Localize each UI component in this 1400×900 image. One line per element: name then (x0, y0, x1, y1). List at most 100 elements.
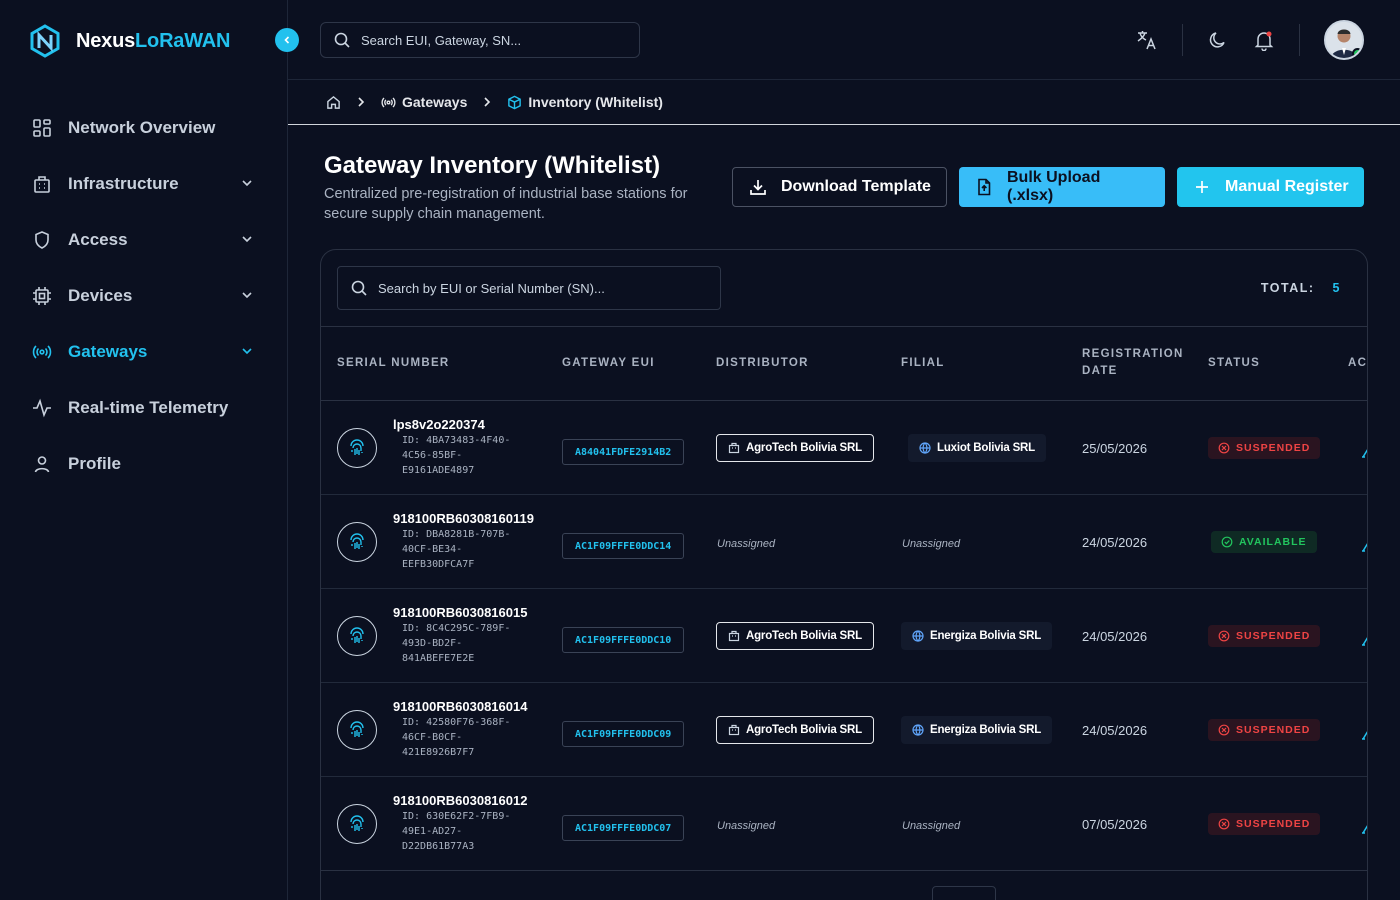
building-icon (728, 630, 740, 642)
online-status-dot (1352, 48, 1362, 58)
record-id: ID: 8C4C295C-789F-493D-BD2F-841ABEFE7E2E (402, 623, 511, 664)
edit-icon[interactable] (1361, 821, 1368, 835)
table-search-input[interactable] (378, 280, 698, 296)
gateway-eui[interactable]: A84041FDFE2914B2 (562, 439, 685, 465)
bell-icon[interactable] (1253, 29, 1275, 51)
page-size-select[interactable] (932, 886, 996, 900)
edit-icon[interactable] (1361, 539, 1368, 553)
global-search-input[interactable] (361, 32, 621, 48)
distributor-name: AgroTech Bolivia SRL (746, 724, 862, 736)
column-header-eui[interactable]: GATEWAY EUI (562, 355, 655, 372)
column-header-distributor[interactable]: DISTRIBUTOR (716, 355, 809, 372)
table-row[interactable]: 918100RB6030816012 ID: 630E62F2-7FB9-49E… (321, 777, 1367, 871)
sidebar-item-access[interactable]: Access (0, 212, 288, 268)
shield-icon (35, 231, 49, 249)
translate-icon[interactable] (1136, 29, 1158, 51)
filial-badge[interactable]: Luxiot Bolivia SRL (908, 434, 1046, 462)
serial-number: 918100RB6030816012 (393, 793, 528, 808)
sidebar-item-label: Profile (68, 454, 121, 473)
total-value: 5 (1332, 281, 1341, 295)
brand[interactable]: NexusLoRaWAN (28, 24, 230, 58)
edit-icon[interactable] (1361, 727, 1368, 741)
file-upload-icon (978, 178, 991, 196)
distributor-unassigned: Unassigned (717, 538, 776, 550)
sidebar-item-label: Real-time Telemetry (68, 398, 229, 417)
status-badge: SUSPENDED (1208, 719, 1321, 741)
sidebar-item-gateways[interactable]: Gateways (0, 324, 288, 380)
column-header-registration-date[interactable]: REGISTRATION DATE (1082, 346, 1184, 380)
chevron-down-icon (242, 236, 252, 243)
cpu-icon (33, 287, 51, 305)
x-circle-icon (1218, 818, 1230, 830)
breadcrumb-label: Inventory (Whitelist) (528, 94, 663, 110)
chevron-down-icon (242, 180, 252, 187)
column-header-line: REGISTRATION (1082, 348, 1184, 360)
distributor-badge[interactable]: AgroTech Bolivia SRL (716, 434, 874, 462)
breadcrumb-label: Gateways (402, 94, 468, 110)
download-template-button[interactable]: Download Template (732, 167, 947, 207)
edit-icon[interactable] (1361, 633, 1368, 647)
box-icon (508, 95, 522, 109)
gateway-eui[interactable]: AC1F09FFFE0DDC14 (562, 533, 685, 559)
search-icon (351, 280, 367, 296)
x-circle-icon (1218, 630, 1230, 642)
moon-icon[interactable] (1207, 29, 1229, 51)
global-search[interactable] (320, 22, 640, 58)
breadcrumb-gateways[interactable]: Gateways (381, 94, 467, 110)
total-label: TOTAL: (1260, 281, 1315, 295)
sidebar-item-network-overview[interactable]: Network Overview (0, 100, 288, 156)
sidebar-item-real-time-telemetry[interactable]: Real-time Telemetry (0, 380, 288, 436)
gateway-eui[interactable]: AC1F09FFFE0DDC10 (562, 627, 685, 653)
distributor-name: AgroTech Bolivia SRL (746, 630, 862, 642)
distributor-name: AgroTech Bolivia SRL (746, 442, 862, 454)
chevron-down-icon (242, 292, 252, 299)
sidebar-item-label: Gateways (68, 342, 148, 361)
building-icon (34, 176, 50, 193)
sidebar-item-infrastructure[interactable]: Infrastructure (0, 156, 288, 212)
chevron-left-icon (284, 36, 290, 44)
page-title: Gateway Inventory (Whitelist) (324, 152, 661, 179)
broadcast-icon (381, 97, 396, 107)
record-id: ID: DBA8281B-707B-40CF-BE34-EEFB30DFCA7F (402, 529, 511, 570)
gateway-eui[interactable]: AC1F09FFFE0DDC09 (562, 721, 685, 747)
chevron-right-icon (358, 97, 365, 107)
filial-badge[interactable]: Energiza Bolivia SRL (901, 716, 1053, 744)
column-header-filial[interactable]: FILIAL (901, 355, 945, 372)
table-row[interactable]: 918100RB6030816015 ID: 8C4C295C-789F-493… (321, 589, 1367, 683)
page-description: Centralized pre-registration of industri… (324, 186, 688, 222)
breadcrumb-inventory: Inventory (Whitelist) (507, 94, 663, 110)
gateway-eui[interactable]: AC1F09FFFE0DDC07 (562, 815, 685, 841)
column-header-status[interactable]: STATUS (1208, 355, 1260, 372)
status-label: SUSPENDED (1236, 442, 1311, 454)
table-row[interactable]: 918100RB6030816014 ID: 42580F76-368F-46C… (321, 683, 1367, 777)
fingerprint-icon (337, 428, 377, 468)
column-header-serial[interactable]: SERIAL NUMBER (337, 355, 450, 372)
distributor-badge[interactable]: AgroTech Bolivia SRL (716, 622, 874, 650)
table-row[interactable]: lps8v2o220374 ID: 4BA73483-4F40-4C56-85B… (321, 401, 1367, 495)
divider (1182, 24, 1183, 56)
column-header-line: DATE (1082, 365, 1118, 377)
edit-icon[interactable] (1361, 445, 1368, 459)
bulk-upload-button[interactable]: Bulk Upload (.xlsx) (959, 167, 1165, 207)
registration-date: 24/05/2026 (1082, 723, 1148, 738)
manual-register-button[interactable]: Manual Register (1177, 167, 1364, 207)
home-icon[interactable] (326, 95, 341, 110)
sidebar-item-profile[interactable]: Profile (0, 436, 288, 492)
topbar-actions (1124, 20, 1364, 60)
status-label: AVAILABLE (1239, 536, 1307, 548)
sidebar-nav: Network Overview Infrastructure Access D… (0, 100, 288, 492)
distributor-badge[interactable]: AgroTech Bolivia SRL (716, 716, 874, 744)
table-row[interactable]: 918100RB60308160119 ID: DBA8281B-707B-40… (321, 495, 1367, 589)
topbar (288, 0, 1400, 80)
filial-name: Energiza Bolivia SRL (930, 630, 1042, 642)
registration-date: 24/05/2026 (1082, 629, 1148, 644)
x-circle-icon (1218, 442, 1230, 454)
chevron-down-icon (242, 348, 252, 355)
status-badge: SUSPENDED (1208, 437, 1321, 459)
filial-badge[interactable]: Energiza Bolivia SRL (901, 622, 1053, 650)
total-count: TOTAL: 5 (1261, 281, 1341, 295)
collapse-sidebar-button[interactable] (275, 28, 299, 52)
table-search[interactable] (337, 266, 721, 310)
avatar[interactable] (1324, 20, 1364, 60)
sidebar-item-devices[interactable]: Devices (0, 268, 288, 324)
